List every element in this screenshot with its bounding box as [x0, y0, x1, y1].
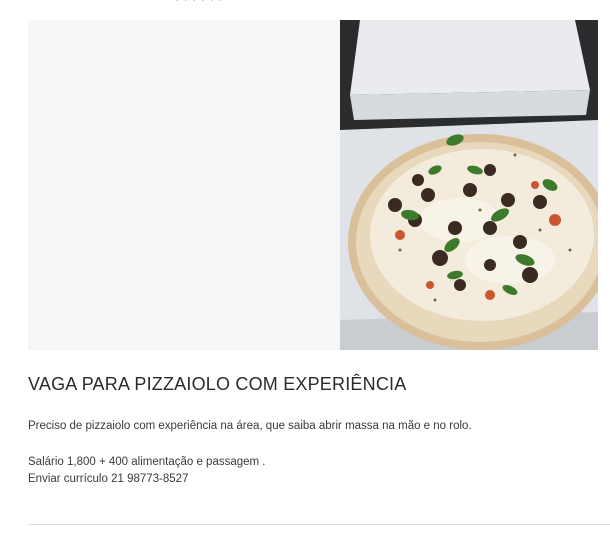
- pizza-image: [340, 20, 598, 350]
- post-paragraph-salary: Salário 1,800 + 400 alimentação e passag…: [28, 456, 266, 468]
- post-title: VAGA PARA PIZZAIOLO COM EXPERIÊNCIA: [28, 374, 407, 394]
- post-paragraph-contact: Enviar currículo 21 98773-8527: [28, 473, 189, 485]
- divider: [28, 524, 610, 525]
- page: · · · · · · VAGA PARA PIZZAIOLO COM EXPE…: [0, 0, 610, 536]
- cut-off-text: · · · · · ·: [175, 0, 224, 6]
- post-paragraph-requirements: Preciso de pizzaiolo com experiência na …: [28, 420, 472, 432]
- pizza-photo[interactable]: [340, 20, 598, 350]
